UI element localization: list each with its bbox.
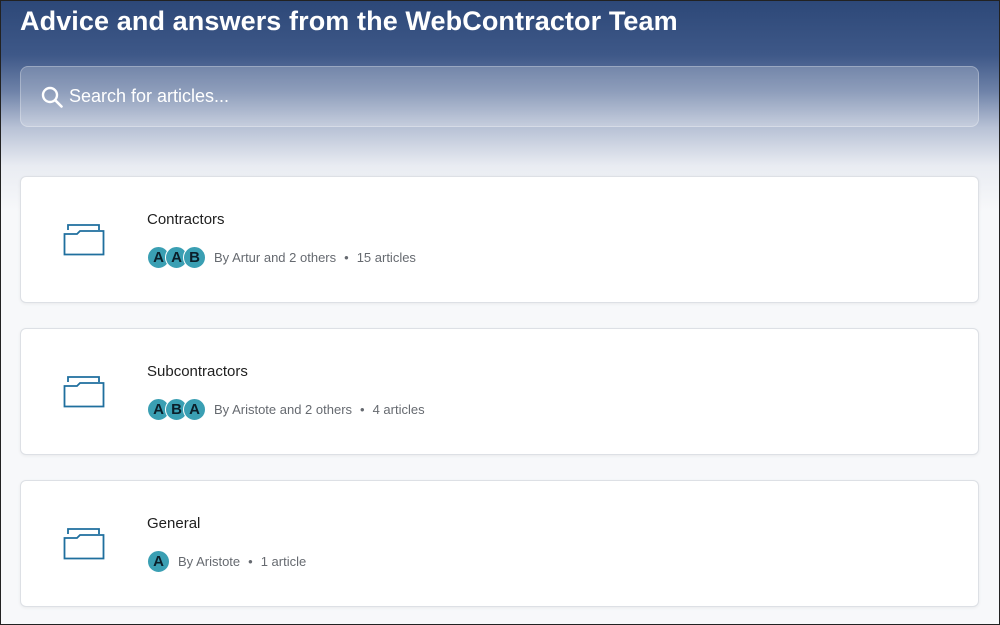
article-count: 4 articles [372,401,425,417]
avatar: B [183,245,206,269]
page-title: Advice and answers from the WebContracto… [20,6,678,36]
separator-dot: • [344,249,349,265]
article-count: 1 article [260,553,307,569]
collection-card-general[interactable]: General A By Aristote • 1 article [20,480,979,607]
avatar: A [147,549,170,573]
author-avatars: A B A [147,397,206,421]
search-icon [41,86,63,108]
collection-title: General [147,515,201,532]
folder-icon [63,224,105,256]
separator-dot: • [248,553,253,569]
collection-meta: A By Aristote • 1 article [147,549,306,573]
author-text: By Aristote [178,553,241,569]
folder-icon [63,376,105,408]
avatar: A [183,397,206,421]
collection-title: Contractors [147,211,225,228]
collection-meta: A A B By Artur and 2 others • 15 article… [147,245,416,269]
collection-card-subcontractors[interactable]: Subcontractors A B A By Aristote and 2 o… [20,328,979,455]
collection-meta: A B A By Aristote and 2 others • 4 artic… [147,397,425,421]
folder-icon [63,528,105,560]
collection-title: Subcontractors [147,363,248,380]
article-count: 15 articles [356,249,416,265]
author-avatars: A [147,549,170,573]
search-input[interactable] [69,67,949,126]
author-text: By Aristote and 2 others [214,401,353,417]
collection-card-contractors[interactable]: Contractors A A B By Artur and 2 others … [20,176,979,303]
separator-dot: • [360,401,365,417]
author-text: By Artur and 2 others [214,249,337,265]
search-bar[interactable] [20,66,979,127]
author-avatars: A A B [147,245,206,269]
